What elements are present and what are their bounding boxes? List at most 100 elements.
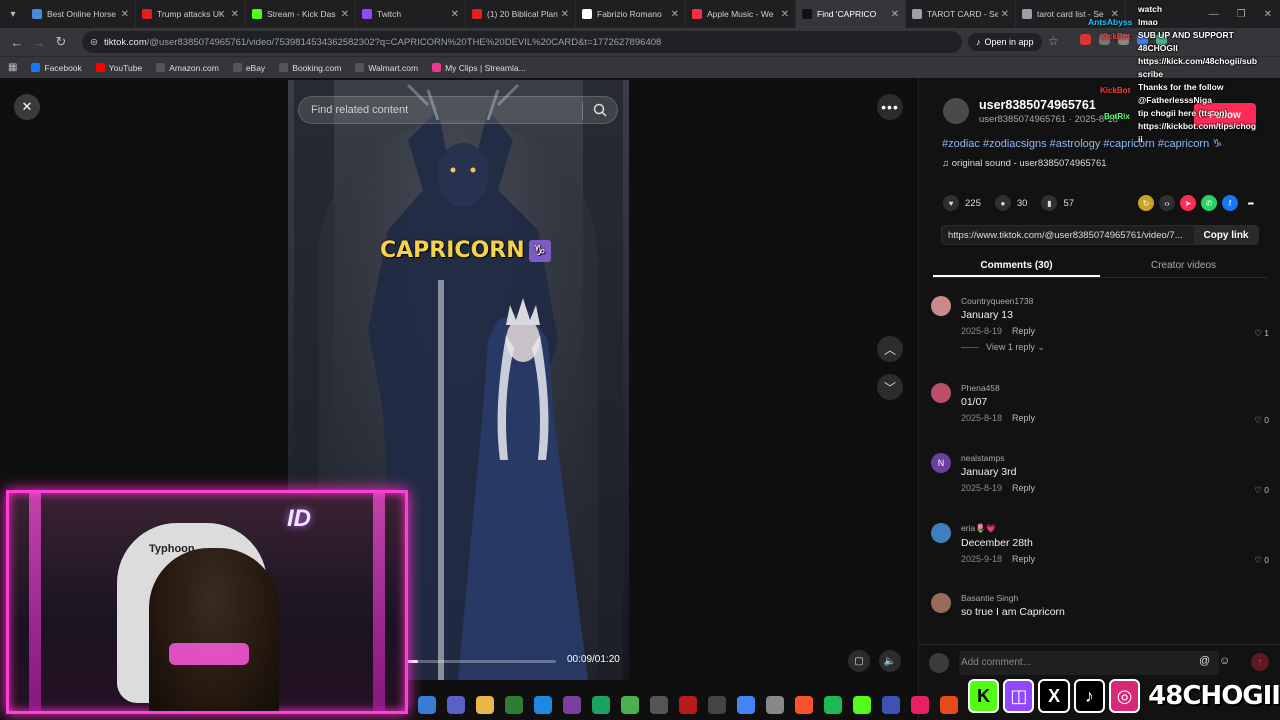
- save-stat[interactable]: ▮ 57: [1041, 195, 1074, 211]
- whatsapp-icon[interactable]: ✆: [1201, 195, 1217, 211]
- netflix-icon[interactable]: [679, 696, 697, 714]
- bookmark-item[interactable]: eBay: [232, 63, 265, 73]
- reply-button[interactable]: Reply: [1012, 554, 1035, 564]
- kick-icon[interactable]: [853, 696, 871, 714]
- taskbar-app-icon[interactable]: [447, 696, 465, 714]
- tab-close-icon[interactable]: ✕: [891, 9, 899, 20]
- sound-line[interactable]: ♫ original sound - user8385074965761: [942, 158, 1107, 169]
- previous-video-button[interactable]: ︿: [877, 336, 903, 362]
- commenter-avatar[interactable]: [931, 296, 951, 316]
- commenter-name[interactable]: eria🌷💗: [961, 519, 1271, 534]
- taskbar-app-icon[interactable]: [650, 696, 668, 714]
- edge-icon[interactable]: [534, 696, 552, 714]
- commenter-avatar[interactable]: [931, 593, 951, 613]
- browser-tab[interactable]: Twitch ✕: [356, 0, 466, 28]
- taskbar-app-icon[interactable]: [418, 696, 436, 714]
- commenter-avatar[interactable]: N: [931, 453, 951, 473]
- commenter-avatar[interactable]: [931, 383, 951, 403]
- like-stat[interactable]: ♥ 225: [943, 195, 981, 211]
- bookmark-star-icon[interactable]: ☆: [1048, 34, 1059, 48]
- taskbar-app-icon[interactable]: [505, 696, 523, 714]
- taskbar-app-icon[interactable]: [882, 696, 900, 714]
- reload-icon[interactable]: ↻: [50, 34, 72, 50]
- open-in-app-button[interactable]: ♪ Open in app: [968, 33, 1042, 51]
- tab-close-icon[interactable]: ✕: [231, 9, 239, 20]
- reply-button[interactable]: Reply: [1012, 326, 1035, 336]
- site-info-icon[interactable]: ⊜: [90, 37, 98, 48]
- tab-close-icon[interactable]: ✕: [341, 9, 349, 20]
- tab-creator-videos[interactable]: Creator videos: [1100, 256, 1267, 277]
- commenter-name[interactable]: Countryqueen1738: [961, 292, 1271, 306]
- comment-like[interactable]: ♡ 1: [1254, 328, 1269, 339]
- mention-icon[interactable]: @: [1199, 655, 1210, 667]
- volume-icon[interactable]: 🔈: [879, 650, 901, 672]
- commenter-name[interactable]: Phena458: [961, 379, 1271, 393]
- reply-button[interactable]: Reply: [1012, 483, 1035, 493]
- copy-link-button[interactable]: Copy link: [1194, 226, 1258, 244]
- comment-like[interactable]: ♡ 0: [1254, 415, 1269, 426]
- taskbar-app-icon[interactable]: [708, 696, 726, 714]
- tab-close-icon[interactable]: ✕: [1001, 9, 1009, 20]
- brave-icon[interactable]: [795, 696, 813, 714]
- tab-comments[interactable]: Comments (30): [933, 256, 1100, 277]
- back-icon[interactable]: ←: [6, 35, 28, 50]
- bookmark-item[interactable]: Facebook: [31, 63, 82, 73]
- search-icon[interactable]: [593, 103, 607, 120]
- forward-icon[interactable]: →: [28, 35, 50, 50]
- commenter-name[interactable]: nealstamps: [961, 449, 1271, 463]
- taskbar-app-icon[interactable]: [592, 696, 610, 714]
- miniplayer-icon[interactable]: ▢: [848, 650, 870, 672]
- browser-tab[interactable]: (1) 20 Biblical Plan ✕: [466, 0, 576, 28]
- tab-close-icon[interactable]: ✕: [781, 9, 789, 20]
- apps-grid-icon[interactable]: ▦: [8, 62, 17, 73]
- tab-close-icon[interactable]: ✕: [121, 9, 129, 20]
- tab-close-icon[interactable]: ✕: [671, 9, 679, 20]
- browser-tab[interactable]: Fabrizio Romano ✕: [576, 0, 686, 28]
- reply-button[interactable]: Reply: [1012, 413, 1035, 423]
- taskbar-app-icon[interactable]: [621, 696, 639, 714]
- repost-icon[interactable]: ↻: [1138, 195, 1154, 211]
- url-bar[interactable]: ⊜ tiktok.com /@user8385074965761/video/7…: [82, 31, 962, 53]
- browser-tab[interactable]: TAROT CARD - Se ✕: [906, 0, 1016, 28]
- send-icon[interactable]: ➤: [1180, 195, 1196, 211]
- view-replies-button[interactable]: View 1 reply ⌄: [961, 342, 1271, 353]
- bookmark-item[interactable]: Walmart.com: [355, 63, 418, 73]
- share-arrow-icon[interactable]: ➦: [1243, 195, 1259, 211]
- add-comment-input[interactable]: Add comment...: [959, 650, 1219, 675]
- taskbar-app-icon[interactable]: [940, 696, 958, 714]
- discord-icon[interactable]: [563, 696, 581, 714]
- embed-icon[interactable]: ‹›: [1159, 195, 1175, 211]
- video-progress-bar[interactable]: [400, 660, 556, 663]
- post-comment-button[interactable]: ↑: [1251, 653, 1269, 671]
- next-video-button[interactable]: ﹀: [877, 374, 903, 400]
- browser-tab[interactable]: Find 'CAPRICO ✕: [796, 0, 906, 28]
- find-related-search[interactable]: Find related content: [298, 96, 618, 124]
- video-link[interactable]: https://www.tiktok.com/@user838507496576…: [948, 230, 1183, 241]
- bookmark-item[interactable]: Amazon.com: [156, 63, 219, 73]
- emoji-icon[interactable]: ☺: [1219, 655, 1230, 667]
- commenter-name[interactable]: Basantie Singh: [961, 589, 1271, 603]
- author-name[interactable]: user8385074965761: [979, 98, 1118, 112]
- browser-tab[interactable]: Best Online Horse ✕: [26, 0, 136, 28]
- author-avatar[interactable]: [943, 98, 969, 124]
- more-options-button[interactable]: •••: [877, 94, 903, 120]
- facebook-icon[interactable]: f: [1222, 195, 1238, 211]
- bookmark-item[interactable]: Booking.com: [279, 63, 341, 73]
- spotify-icon[interactable]: [824, 696, 842, 714]
- browser-tab[interactable]: Apple Music - We ✕: [686, 0, 796, 28]
- bookmark-item[interactable]: YouTube: [95, 63, 142, 73]
- comment-stat[interactable]: ● 30: [994, 195, 1027, 211]
- bookmark-item[interactable]: My Clips | Streamla...: [432, 63, 526, 73]
- browser-tab[interactable]: Trump attacks UK ✕: [136, 0, 246, 28]
- tab-search-icon[interactable]: ▾: [0, 0, 26, 28]
- commenter-avatar[interactable]: [931, 523, 951, 543]
- browser-tab[interactable]: Stream - Kick Das ✕: [246, 0, 356, 28]
- close-video-button[interactable]: ✕: [14, 94, 40, 120]
- tiktok-icon[interactable]: [911, 696, 929, 714]
- comment-like[interactable]: ♡ 0: [1254, 555, 1269, 566]
- taskbar-app-icon[interactable]: [766, 696, 784, 714]
- tab-close-icon[interactable]: ✕: [561, 9, 569, 20]
- folder-icon[interactable]: [476, 696, 494, 714]
- chrome-icon[interactable]: [737, 696, 755, 714]
- comment-like[interactable]: ♡ 0: [1254, 485, 1269, 496]
